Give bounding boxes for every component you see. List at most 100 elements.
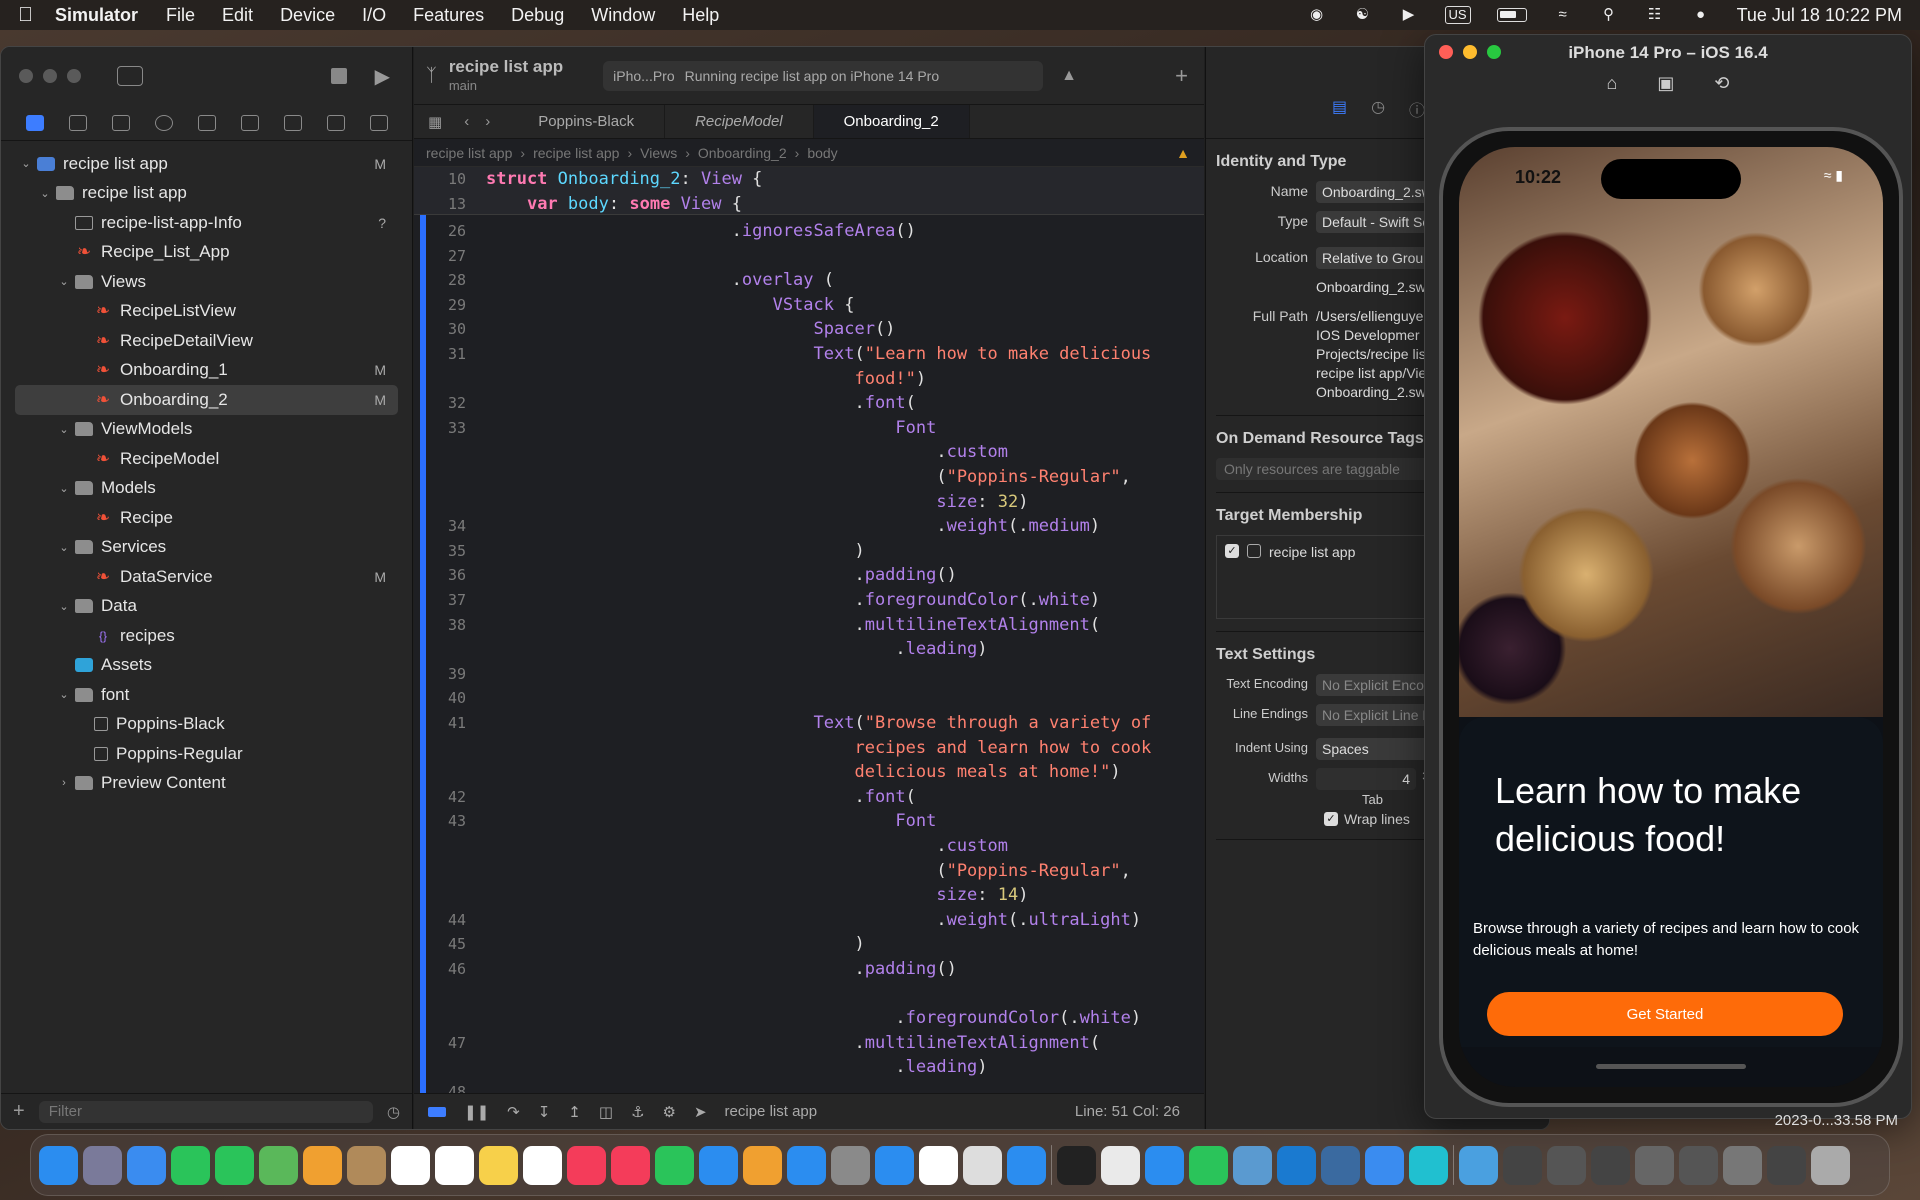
- minimize-window-button[interactable]: [43, 69, 57, 83]
- app-store-icon[interactable]: [787, 1145, 826, 1185]
- code-line[interactable]: .multilineTextAlignment(: [486, 1031, 1100, 1055]
- toggle-sidebar-icon[interactable]: [117, 66, 143, 86]
- breakpoint-navigator-icon[interactable]: [326, 114, 345, 131]
- facetime-icon[interactable]: [171, 1145, 210, 1185]
- code-line[interactable]: .weight(.medium): [486, 514, 1100, 538]
- window-thumb-icon[interactable]: [1635, 1145, 1674, 1185]
- menu-features[interactable]: Features: [413, 5, 484, 26]
- issue-warning-icon[interactable]: ▲: [1176, 145, 1190, 161]
- canva-icon[interactable]: [1409, 1145, 1448, 1185]
- home-icon[interactable]: ⌂: [1607, 73, 1618, 94]
- xcode-icon[interactable]: [1007, 1145, 1046, 1185]
- code-line[interactable]: .foregroundColor(.white): [486, 1006, 1141, 1030]
- code-line[interactable]: .foregroundColor(.white): [486, 588, 1100, 612]
- notes-icon[interactable]: [479, 1145, 518, 1185]
- find-navigator-icon[interactable]: [154, 114, 173, 131]
- tree-row[interactable]: recipe-list-app-Info?: [15, 208, 398, 238]
- calendar-icon[interactable]: [391, 1145, 430, 1185]
- code-line[interactable]: .font(: [486, 785, 915, 809]
- tab-recipemodel[interactable]: RecipeModel: [665, 105, 814, 138]
- run-button[interactable]: ▶: [375, 64, 390, 89]
- vscode-alt-icon[interactable]: [1145, 1145, 1184, 1185]
- finder-icon[interactable]: [39, 1145, 78, 1185]
- system-settings-icon[interactable]: [831, 1145, 870, 1185]
- jump-bar-project[interactable]: recipe list app: [426, 145, 512, 161]
- recent-files-filter-icon[interactable]: ◷: [387, 1103, 400, 1121]
- stop-button[interactable]: [330, 68, 347, 84]
- tree-row[interactable]: ❧ RecipeModel: [15, 444, 398, 474]
- code-line[interactable]: .padding(): [486, 957, 956, 981]
- photos-icon[interactable]: [303, 1145, 342, 1185]
- code-line[interactable]: .overlay (: [486, 268, 834, 292]
- tree-row[interactable]: ⌄ recipe list app M: [15, 149, 398, 179]
- code-line[interactable]: struct Onboarding_2: View {: [486, 167, 762, 191]
- pages-icon[interactable]: [743, 1145, 782, 1185]
- code-line[interactable]: .leading): [486, 637, 987, 661]
- tree-row[interactable]: ⌄ Data: [15, 592, 398, 622]
- target-checkbox[interactable]: ✓: [1225, 544, 1239, 558]
- sim-minimize-button[interactable]: [1463, 45, 1477, 59]
- code-line[interactable]: ): [486, 932, 864, 956]
- code-line[interactable]: Font: [486, 809, 936, 833]
- code-line[interactable]: Text("Browse through a variety of: [486, 711, 1152, 735]
- tab-width-field[interactable]: 4: [1316, 768, 1416, 790]
- tree-row[interactable]: ⌄ ViewModels: [15, 415, 398, 445]
- window-thumb-icon[interactable]: [1723, 1145, 1762, 1185]
- mail-icon[interactable]: [127, 1145, 166, 1185]
- environment-overrides-icon[interactable]: ⚙: [663, 1103, 676, 1121]
- grid-icon[interactable]: ▦: [414, 113, 456, 131]
- window-thumb-icon[interactable]: [1547, 1145, 1586, 1185]
- disclosure-chevron-icon[interactable]: ⌄: [57, 541, 71, 554]
- jump-bar-symbol[interactable]: body: [807, 145, 837, 161]
- launchpad-icon[interactable]: [83, 1145, 122, 1185]
- code-line[interactable]: .font(: [486, 391, 915, 415]
- disclosure-chevron-icon[interactable]: ⌄: [57, 275, 71, 288]
- messages-icon[interactable]: [215, 1145, 254, 1185]
- numbers-icon[interactable]: [655, 1145, 694, 1185]
- run-destination[interactable]: iPho...Pro: [613, 68, 674, 84]
- issue-navigator-icon[interactable]: [197, 114, 216, 131]
- tree-row[interactable]: ❧ Onboarding_2 M: [15, 385, 398, 415]
- tree-row[interactable]: ❧ Recipe: [15, 503, 398, 533]
- terminal-icon[interactable]: [1057, 1145, 1096, 1185]
- tree-row[interactable]: ⌄ recipe list app: [15, 179, 398, 209]
- tree-row[interactable]: Assets: [15, 651, 398, 681]
- filter-input[interactable]: Filter: [38, 1100, 373, 1123]
- music-icon[interactable]: [567, 1145, 606, 1185]
- window-thumb-icon[interactable]: [1679, 1145, 1718, 1185]
- menu-debug[interactable]: Debug: [511, 5, 564, 26]
- warning-icon[interactable]: ▲: [1061, 67, 1077, 85]
- tree-row[interactable]: ❧ RecipeDetailView: [15, 326, 398, 356]
- location-icon[interactable]: ➤: [694, 1103, 707, 1121]
- add-tab-icon[interactable]: +: [1175, 63, 1188, 89]
- wrap-lines-checkbox[interactable]: ✓: [1324, 812, 1338, 826]
- play-circle-icon[interactable]: ▶: [1399, 7, 1419, 23]
- window-thumb-icon[interactable]: [1591, 1145, 1630, 1185]
- step-in-icon[interactable]: ↧: [538, 1103, 551, 1121]
- code-area[interactable]: 26 .ignoresSafeArea() 27 28 .overlay (29 V…: [414, 215, 1204, 1101]
- sim-zoom-button[interactable]: [1487, 45, 1501, 59]
- xcode-simulator-icon[interactable]: [963, 1145, 1002, 1185]
- tree-row[interactable]: › Preview Content: [15, 769, 398, 799]
- maps-icon[interactable]: [259, 1145, 298, 1185]
- project-navigator-icon[interactable]: [25, 114, 44, 131]
- disclosure-chevron-icon[interactable]: ⌄: [57, 688, 71, 701]
- scheme-activity-view[interactable]: iPho...Pro Running recipe list app on iP…: [603, 60, 1044, 91]
- vscode-icon[interactable]: [1277, 1145, 1316, 1185]
- code-line[interactable]: food!"): [486, 367, 926, 391]
- memory-graph-icon[interactable]: ⚓: [631, 1103, 644, 1121]
- code-line[interactable]: VStack {: [486, 293, 855, 317]
- window-thumb-icon[interactable]: [1503, 1145, 1542, 1185]
- trash-icon[interactable]: [1811, 1145, 1850, 1185]
- menu-io[interactable]: I/O: [362, 5, 386, 26]
- tree-row[interactable]: ⌄ font: [15, 680, 398, 710]
- add-file-icon[interactable]: +: [13, 1100, 25, 1123]
- code-line[interactable]: .weight(.ultraLight): [486, 908, 1141, 932]
- code-line[interactable]: Text("Learn how to make delicious: [486, 342, 1152, 366]
- menu-device[interactable]: Device: [280, 5, 335, 26]
- keynote-icon[interactable]: [699, 1145, 738, 1185]
- xcode-tools-icon[interactable]: [1365, 1145, 1404, 1185]
- menu-app-name[interactable]: Simulator: [55, 5, 138, 26]
- disclosure-chevron-icon[interactable]: ⌄: [57, 423, 71, 436]
- code-line[interactable]: ): [486, 539, 864, 563]
